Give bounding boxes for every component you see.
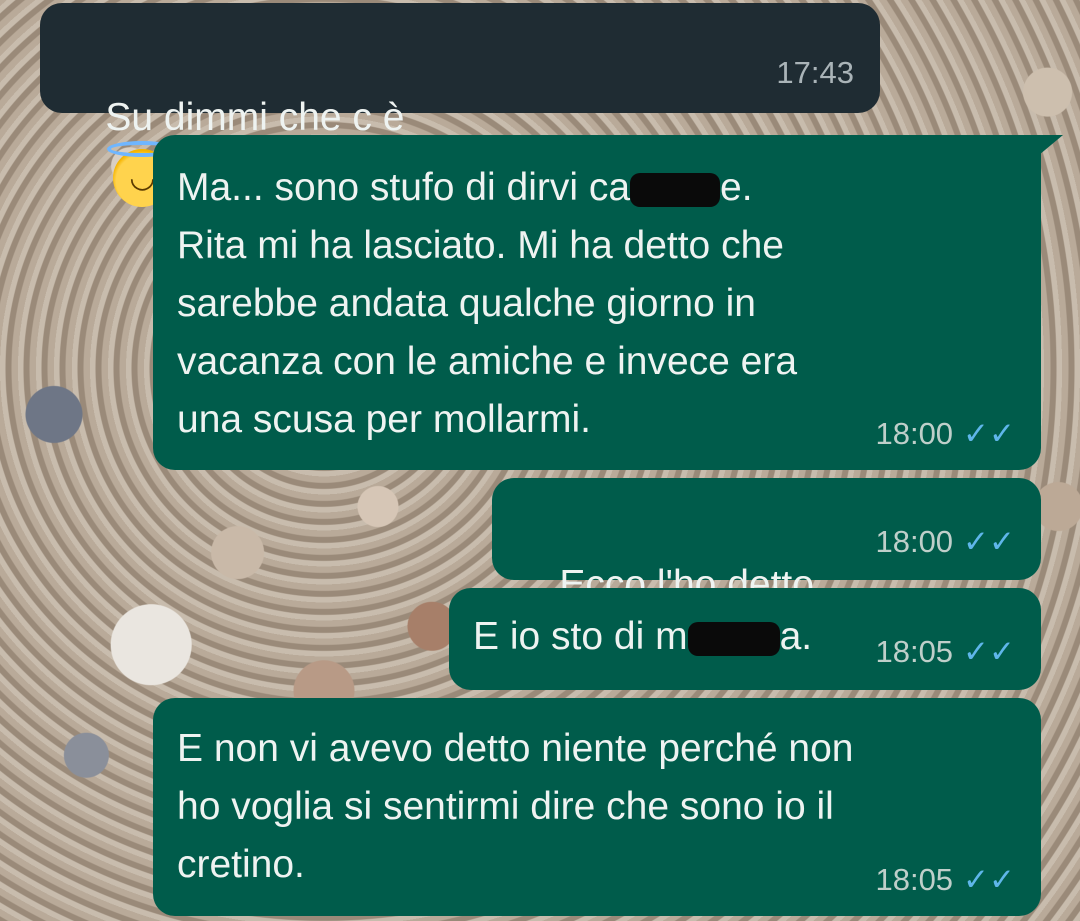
message-text: e. — [720, 166, 753, 209]
message-bubble-outgoing[interactable]: Ecco l'ho detto. 18:00 ✓✓ — [492, 478, 1041, 606]
double-check-icon: ✓✓ — [963, 524, 1015, 559]
message-text: Rita mi ha lasciato. Mi ha detto che sar… — [177, 224, 798, 441]
message-time: 17:43 — [776, 55, 854, 90]
message-text: Ma... sono stufo di dirvi ca — [177, 166, 631, 209]
message-bubble-incoming[interactable]: Su dimmi che c è ◡◡◡◡ 17:43 — [40, 3, 880, 207]
message-bubble-outgoing[interactable]: E io sto di m a. 18:05 ✓✓ — [449, 588, 1041, 690]
message-bubble-outgoing[interactable]: E non vi avevo detto niente perché non h… — [153, 698, 1041, 916]
message-time: 18:05 — [875, 862, 954, 897]
redaction-mark — [630, 172, 721, 207]
double-check-icon: ✓✓ — [963, 634, 1015, 669]
double-check-icon: ✓✓ — [963, 862, 1015, 897]
message-text: E io sto di m — [473, 615, 688, 658]
redaction-mark — [687, 621, 780, 656]
message-time: 18:00 — [875, 524, 954, 559]
message-text: a. — [779, 615, 813, 658]
bubble-tail — [1039, 135, 1063, 155]
message-text: E non vi avevo detto niente perché non h… — [177, 727, 854, 886]
message-time: 18:00 — [875, 416, 954, 451]
message-text: Su dimmi che c è — [105, 96, 405, 139]
message-time: 18:05 — [875, 634, 954, 669]
message-bubble-outgoing[interactable]: Ma... sono stufo di dirvi ca e. Rita mi h… — [153, 135, 1063, 470]
double-check-icon: ✓✓ — [963, 416, 1015, 451]
